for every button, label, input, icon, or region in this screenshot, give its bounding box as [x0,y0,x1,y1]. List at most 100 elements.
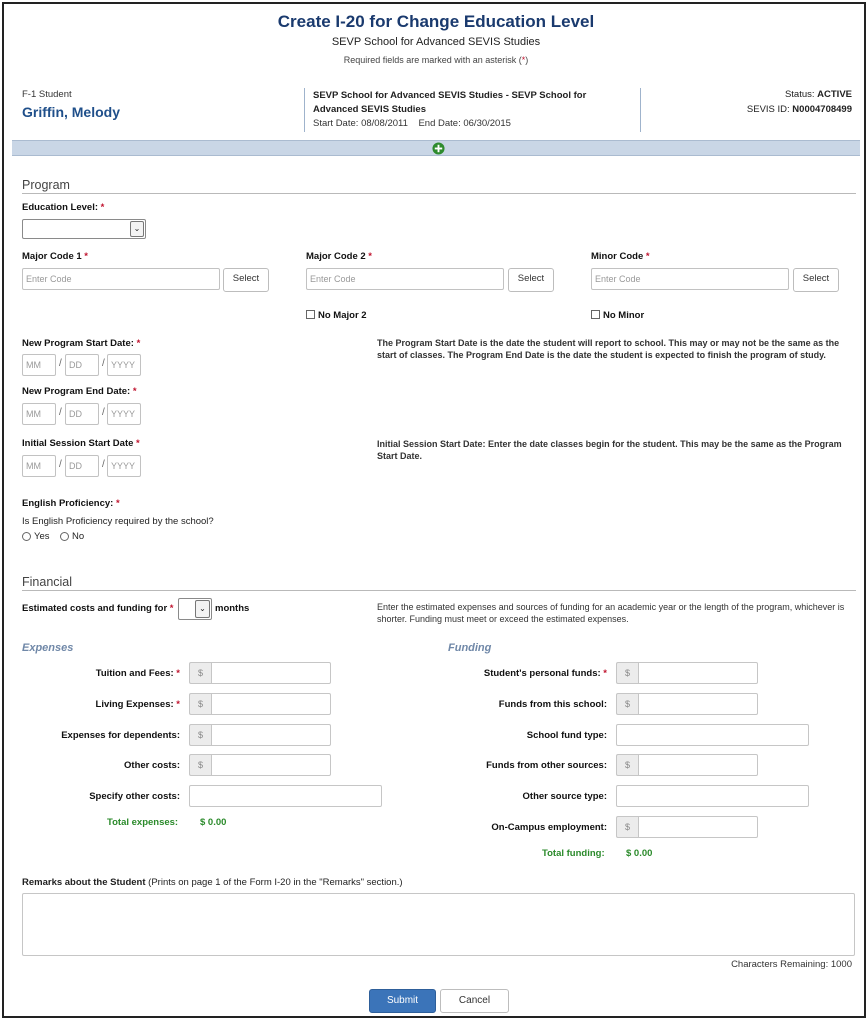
status-line: Status: ACTIVE [784,89,852,100]
major-code-2-select-button[interactable]: Select [508,268,554,292]
total-funding-label: Total funding: [542,848,605,859]
tuition-input[interactable] [211,662,331,684]
specify-other-costs-label: Specify other costs: [89,791,180,802]
major-code-1-label: Major Code 1 * [22,251,88,262]
dependents-input[interactable] [211,724,331,746]
specify-other-costs-input[interactable] [189,785,382,807]
plus-circle-icon[interactable] [432,142,445,155]
major-code-2-input[interactable]: Enter Code [306,268,504,290]
chevron-down-icon: ⌄ [195,600,210,618]
financial-section-title: Financial [22,575,73,589]
other-sources-label: Funds from other sources: [486,760,607,771]
tuition-label: Tuition and Fees: * [95,668,180,679]
school-fund-type-label: School fund type: [526,730,607,741]
session-year-input[interactable]: YYYY [107,455,141,477]
estimated-costs-label: Estimated costs and funding for * [22,603,174,614]
school-funds-input[interactable] [638,693,758,715]
student-name: Griffin, Melody [22,104,120,120]
program-divider [22,193,856,194]
major-code-1-input[interactable]: Enter Code [22,268,220,290]
status-badge: ACTIVE [817,89,852,100]
english-proficiency-label: English Proficiency: * [22,498,120,509]
student-type: F-1 Student [22,89,72,100]
english-no-label: No [72,531,85,542]
initial-session-label: Initial Session Start Date * [22,438,140,449]
end-day-input[interactable]: DD [65,403,99,425]
financial-note: Enter the estimated expenses and sources… [377,602,845,624]
personal-funds-currency: $ [616,662,638,684]
months-select[interactable]: ⌄ [178,598,212,620]
other-costs-input[interactable] [211,754,331,776]
start-month-input[interactable]: MM [22,354,56,376]
start-day-input[interactable]: DD [65,354,99,376]
minor-code-select-button[interactable]: Select [793,268,839,292]
on-campus-label: On-Campus employment: [491,822,607,833]
no-minor-checkbox[interactable] [591,310,600,319]
english-yes-label: Yes [34,531,50,542]
program-section-title: Program [22,178,70,192]
page-subtitle: SEVP School for Advanced SEVIS Studies [331,36,541,48]
living-expenses-input[interactable] [211,693,331,715]
other-source-type-label: Other source type: [522,791,607,802]
new-program-start-label: New Program Start Date: * [22,338,141,349]
other-sources-input[interactable] [638,754,758,776]
expenses-title: Expenses [22,642,74,654]
months-label: months [215,603,250,614]
total-expenses-value: $ 0.00 [200,817,227,828]
end-year-input[interactable]: YYYY [107,403,141,425]
other-costs-currency: $ [189,754,211,776]
start-date: 08/08/2011 [361,118,408,129]
on-campus-currency: $ [616,816,638,838]
start-year-input[interactable]: YYYY [107,354,141,376]
major-code-1-select-button[interactable]: Select [223,268,269,292]
education-level-label: Education Level: * [22,202,105,213]
other-sources-currency: $ [616,754,638,776]
info-divider-2 [640,88,641,132]
session-month-input[interactable]: MM [22,455,56,477]
session-note: Initial Session Start Date: Enter the da… [377,439,842,461]
cancel-button[interactable]: Cancel [440,989,509,1013]
sevis-id-line: SEVIS ID: N0004708499 [746,104,852,115]
minor-code-input[interactable]: Enter Code [591,268,789,290]
tuition-currency: $ [189,662,211,684]
dependents-currency: $ [189,724,211,746]
chevron-down-icon: ⌄ [130,221,144,237]
english-no-radio[interactable] [60,532,69,541]
info-divider [304,88,305,132]
school-fund-type-input[interactable] [616,724,809,746]
characters-remaining: Characters Remaining: 1000 [731,959,852,970]
page-title: Create I-20 for Change Education Level [277,12,595,31]
remarks-label: Remarks about the Student (Prints on pag… [22,877,403,888]
personal-funds-label: Student's personal funds: * [483,668,607,679]
session-day-input[interactable]: DD [65,455,99,477]
major-code-2-label: Major Code 2 * [306,251,372,262]
remarks-textarea[interactable] [22,893,855,956]
english-yes-radio[interactable] [22,532,31,541]
end-month-input[interactable]: MM [22,403,56,425]
financial-divider [22,590,856,591]
expand-bar[interactable] [12,140,860,156]
no-major-2-checkbox[interactable] [306,310,315,319]
on-campus-input[interactable] [638,816,758,838]
form-container: Create I-20 for Change Education Level S… [2,2,866,1018]
personal-funds-input[interactable] [638,662,758,684]
no-major-2-label: No Major 2 [318,310,367,321]
dependents-label: Expenses for dependents: [61,730,180,741]
school-funds-label: Funds from this school: [498,699,607,710]
sevis-id: N0004708499 [792,104,852,115]
program-dates-note: The Program Start Date is the date the s… [377,338,840,360]
submit-button[interactable]: Submit [369,989,436,1013]
living-expenses-label: Living Expenses: * [95,699,180,710]
education-level-select[interactable]: ⌄ [22,219,146,239]
total-funding-value: $ 0.00 [626,848,653,859]
required-fields-note: Required fields are marked with an aster… [343,55,529,65]
english-question: Is English Proficiency required by the s… [22,516,214,527]
program-dates: Start Date: 08/08/2011 End Date: 06/30/2… [313,118,511,129]
other-source-type-input[interactable] [616,785,809,807]
total-expenses-label: Total expenses: [107,817,179,828]
program-name: SEVP School for Advanced SEVIS Studies -… [313,90,587,115]
end-date: 06/30/2015 [463,118,511,129]
minor-code-label: Minor Code * [591,251,650,262]
other-costs-label: Other costs: [124,760,180,771]
funding-title: Funding [448,642,492,654]
